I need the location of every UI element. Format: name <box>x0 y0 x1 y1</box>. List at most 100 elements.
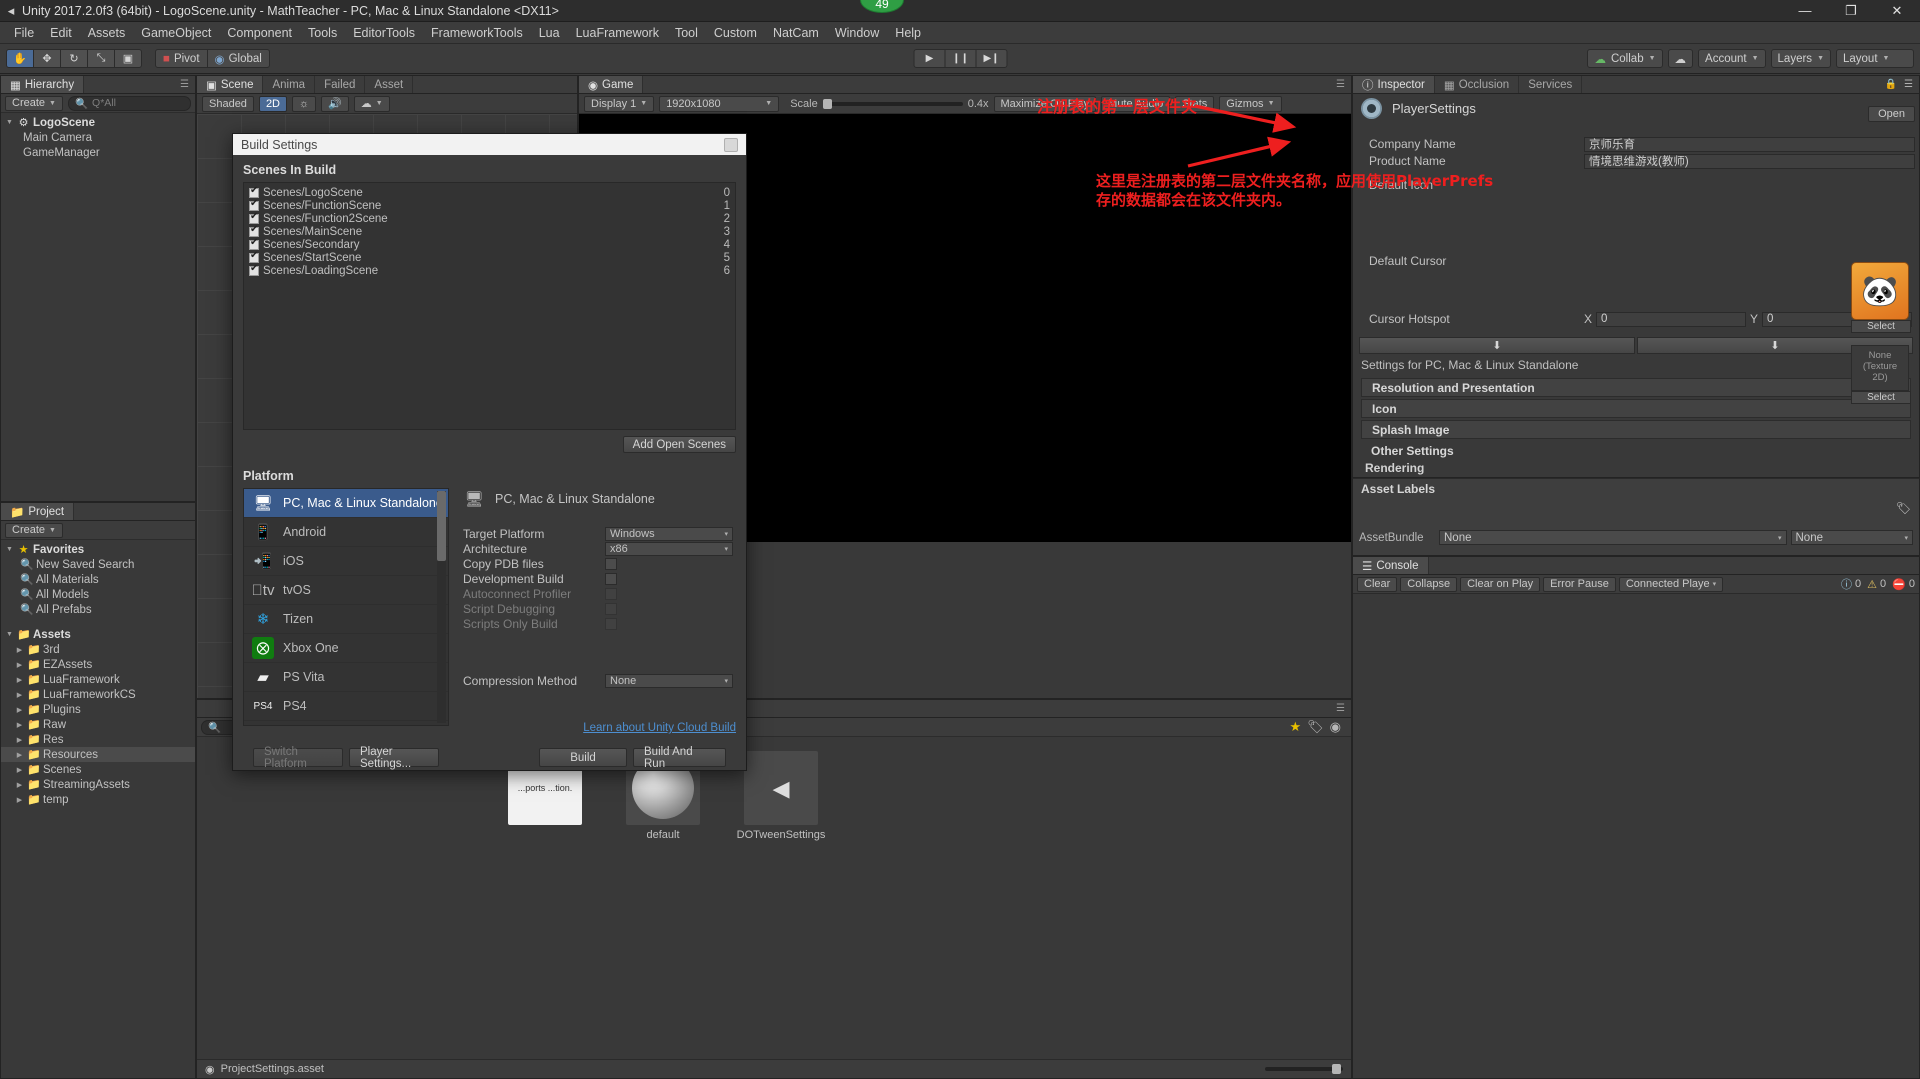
menu-custom[interactable]: Custom <box>706 24 765 42</box>
tab-scene[interactable]: ▣ Scene <box>197 76 264 93</box>
assetbundle-dropdown[interactable]: None ▾ <box>1439 530 1787 545</box>
scene-checkbox[interactable] <box>249 211 259 224</box>
chevron-right-icon[interactable]: ▶ <box>15 721 24 729</box>
scene-checkbox[interactable] <box>249 185 259 198</box>
scene-row[interactable]: Scenes/Secondary 4 <box>244 237 735 251</box>
tab-console[interactable]: ☰ Console <box>1353 557 1429 574</box>
platform-row-ps-vita[interactable]: ▰ PS Vita <box>244 663 448 692</box>
tab-project[interactable]: 📁 Project <box>1 503 75 520</box>
open-button[interactable]: Open <box>1868 106 1915 122</box>
asset-folder-plugins[interactable]: ▶ 📁 Plugins <box>1 702 195 717</box>
hierarchy-item-main-camera[interactable]: Main Camera <box>1 130 195 145</box>
project-favorites-root[interactable]: ▼ ★ Favorites <box>1 542 195 557</box>
maximize-button[interactable]: ❐ <box>1828 0 1874 22</box>
game-resolution-dropdown[interactable]: 1920x1080 ▼ <box>659 95 780 112</box>
assetbundle-variant-dropdown[interactable]: None ▾ <box>1790 530 1913 545</box>
scene-checkbox[interactable] <box>249 224 259 237</box>
minimize-button[interactable]: — <box>1782 0 1828 22</box>
menu-luaframework[interactable]: LuaFramework <box>568 24 667 42</box>
section-splash-image[interactable]: Splash Image <box>1361 420 1911 439</box>
hierarchy-item-gamemanager[interactable]: GameManager <box>1 145 195 160</box>
platform-list-scrollbar[interactable] <box>437 491 446 723</box>
project-assets-root[interactable]: ▼ 📁 Assets <box>1 627 195 642</box>
filter-star-icon[interactable]: ★ <box>1289 719 1301 735</box>
chevron-down-icon[interactable]: ▼ <box>5 631 14 638</box>
company-name-input[interactable]: 京师乐育 <box>1584 136 1915 152</box>
section-other-settings[interactable]: Other Settings <box>1361 441 1911 458</box>
asset-folder-3rd[interactable]: ▶ 📁 3rd <box>1 642 195 657</box>
menu-tool[interactable]: Tool <box>667 24 706 42</box>
platform-row-ios[interactable]: 📲 iOS <box>244 547 448 576</box>
rect-tool-icon[interactable]: ▣ <box>114 49 142 68</box>
chevron-right-icon[interactable]: ▶ <box>15 706 24 714</box>
chevron-right-icon[interactable]: ▶ <box>15 796 24 804</box>
target-platform-dropdown[interactable]: Windows ▾ <box>605 526 733 541</box>
step-button[interactable]: ▶❙ <box>975 49 1008 68</box>
game-options-icon[interactable]: ☰ <box>1330 76 1351 93</box>
platform-row-xbox-one[interactable]: ⨂ Xbox One <box>244 634 448 663</box>
filter-tag-icon[interactable]: 🏷 <box>1307 719 1324 735</box>
console-error-pause-toggle[interactable]: Error Pause <box>1543 576 1616 592</box>
filter-type-icon[interactable]: ◉ <box>1330 719 1341 735</box>
build-button[interactable]: Build <box>539 748 627 767</box>
hierarchy-options-icon[interactable]: ☰ <box>174 76 195 93</box>
chevron-right-icon[interactable]: ▶ <box>15 661 24 669</box>
menu-edit[interactable]: Edit <box>42 24 80 42</box>
scale-slider-knob[interactable] <box>822 98 832 109</box>
asset-folder-luaframework[interactable]: ▶ 📁 LuaFramework <box>1 672 195 687</box>
copy-pdb-files-checkbox[interactable] <box>605 557 617 570</box>
scene-checkbox[interactable] <box>249 198 259 211</box>
menu-window[interactable]: Window <box>827 24 887 42</box>
app-icon-image[interactable]: 🐼 <box>1851 262 1909 320</box>
tab-game[interactable]: ◉ Game <box>579 76 644 93</box>
chevron-right-icon[interactable]: ▶ <box>15 646 24 654</box>
platform-row-ps4[interactable]: PS4 PS4 <box>244 692 448 721</box>
layers-button[interactable]: Layers ▼ <box>1770 49 1831 68</box>
asset-item[interactable]: ◂ DOTweenSettings <box>733 751 829 841</box>
switch-platform-button[interactable]: Switch Platform <box>253 746 343 770</box>
tab-anima[interactable]: Anima <box>263 76 316 93</box>
platform-row-tizen[interactable]: ❄ Tizen <box>244 605 448 634</box>
pause-button[interactable]: ❙❙ <box>944 49 977 68</box>
asset-folder-temp[interactable]: ▶ 📁 temp <box>1 792 195 807</box>
cursor-select-button[interactable]: Select <box>1851 391 1911 404</box>
game-display-dropdown[interactable]: Display 1 ▼ <box>584 95 655 112</box>
tab-hierarchy[interactable]: ▦ Hierarchy <box>1 76 85 93</box>
tab-inspector[interactable]: ⓘ Inspector <box>1353 76 1435 93</box>
scene-shading-dropdown[interactable]: Shaded <box>202 95 254 112</box>
menu-component[interactable]: Component <box>219 24 300 42</box>
chevron-right-icon[interactable]: ▶ <box>15 691 24 699</box>
tag-icon[interactable]: 🏷 <box>1896 501 1911 515</box>
development-build-checkbox[interactable] <box>605 572 617 585</box>
layout-button[interactable]: Layout ▼ <box>1836 49 1914 68</box>
menu-lua[interactable]: Lua <box>531 24 568 42</box>
asset-folder-resources[interactable]: ▶ 📁 Resources <box>1 747 195 762</box>
collab-button[interactable]: ☁ Collab ▼ <box>1587 49 1663 68</box>
console-clear-button[interactable]: Clear <box>1357 576 1398 592</box>
asset-folder-luaframeworkcs[interactable]: ▶ 📁 LuaFrameworkCS <box>1 687 195 702</box>
download-button-left[interactable]: ⬇ <box>1359 337 1635 354</box>
asset-folder-ezassets[interactable]: ▶ 📁 EZAssets <box>1 657 195 672</box>
asset-folder-streamingassets[interactable]: ▶ 📁 StreamingAssets <box>1 777 195 792</box>
hierarchy-search-input[interactable]: 🔍 Q*All <box>67 95 191 111</box>
favorite-all-materials[interactable]: 🔍 All Materials <box>1 572 195 587</box>
menu-frameworktools[interactable]: FrameworkTools <box>423 24 531 42</box>
scene-row[interactable]: Scenes/Function2Scene 2 <box>244 211 735 225</box>
player-settings-button[interactable]: Player Settings... <box>349 746 439 770</box>
console-error-count[interactable]: ⛔ 0 <box>1892 578 1915 591</box>
scene-light-toggle[interactable]: ☼ <box>292 95 317 112</box>
rotate-tool-icon[interactable]: ↻ <box>60 49 88 68</box>
chevron-right-icon[interactable]: ▶ <box>15 781 24 789</box>
console-collapse-toggle[interactable]: Collapse <box>1400 576 1458 592</box>
console-warning-count[interactable]: ⚠ 0 <box>1867 578 1886 591</box>
build-and-run-button[interactable]: Build And Run <box>633 746 726 770</box>
compression-method-dropdown[interactable]: None ▾ <box>605 673 733 688</box>
favorite-new-saved-search[interactable]: 🔍 New Saved Search <box>1 557 195 572</box>
icon-select-button[interactable]: Select <box>1851 320 1911 333</box>
chevron-down-icon[interactable]: ▼ <box>5 119 14 126</box>
chevron-right-icon[interactable]: ▶ <box>15 766 24 774</box>
scene-row[interactable]: Scenes/FunctionScene 1 <box>244 198 735 212</box>
platform-row-standalone[interactable]: 🖥 PC, Mac & Linux Standalone <box>244 489 448 518</box>
menu-file[interactable]: File <box>6 24 42 42</box>
tab-occlusion[interactable]: ▦ Occlusion <box>1435 76 1520 93</box>
